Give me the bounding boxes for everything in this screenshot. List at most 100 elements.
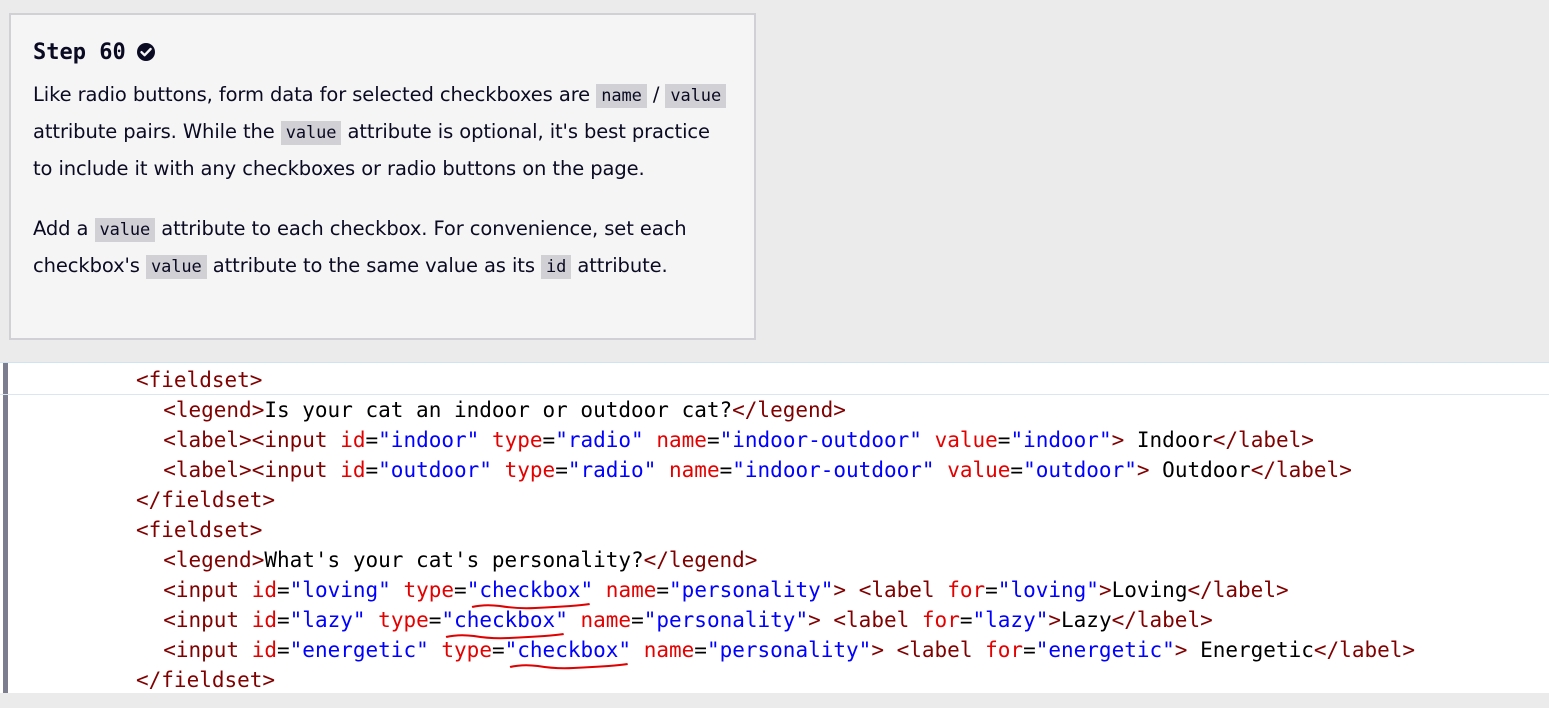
- attribute-value-token: "radio": [567, 458, 657, 482]
- code-line[interactable]: <fieldset>: [0, 515, 1549, 545]
- code-line[interactable]: <fieldset>: [0, 365, 1549, 395]
- text-token: =: [365, 458, 379, 482]
- attribute-value-token: "outdoor": [1023, 458, 1137, 482]
- html-tag-token: >: [1136, 458, 1150, 482]
- paragraph-text: attribute pairs. While the: [33, 120, 281, 143]
- text-token: What's your cat's personality?: [264, 548, 644, 572]
- squiggle-underline: [509, 663, 628, 670]
- attribute-value-token: "personality": [669, 578, 834, 602]
- code-lines[interactable]: <fieldset> <legend>Is your cat an indoor …: [0, 365, 1549, 695]
- inline-code: value: [665, 84, 727, 108]
- attribute-value-token: "personality": [706, 638, 872, 662]
- paragraph-text: /: [646, 83, 666, 106]
- html-tag-token: <legend>: [163, 548, 265, 572]
- attribute-value-token: "personality": [643, 608, 809, 632]
- html-tag-token: <input: [163, 638, 252, 662]
- attribute-name-token: type: [403, 578, 455, 602]
- step-title: Step 60: [33, 37, 732, 67]
- html-tag-token: </label>: [1250, 458, 1352, 482]
- attribute-name-token: type: [504, 458, 556, 482]
- html-tag-token: <label><input: [163, 458, 341, 482]
- code-line[interactable]: <input id="loving" type="checkbox" name=…: [0, 575, 1549, 610]
- inline-code: value: [94, 218, 156, 242]
- html-tag-token: </label>: [1187, 578, 1289, 602]
- code-line[interactable]: <label><input id="indoor" type="radio" n…: [0, 425, 1549, 455]
- text-token: Is your cat an indoor or outdoor cat?: [264, 398, 733, 422]
- code-line[interactable]: <input id="lazy" type="checkbox" name="p…: [0, 605, 1549, 640]
- html-tag-token: </label>: [1313, 638, 1416, 662]
- attribute-name-token: id: [340, 458, 366, 482]
- attribute-value-token: "lazy": [289, 608, 366, 632]
- step-title-text: Step 60: [33, 39, 126, 65]
- text-token: =: [277, 638, 290, 662]
- text-token: =: [491, 638, 505, 662]
- attribute-name-token: id: [251, 638, 277, 662]
- html-tag-token: </legend>: [732, 398, 846, 422]
- code-line[interactable]: <label><input id="outdoor" type="radio" …: [0, 455, 1549, 485]
- text-token: =: [277, 578, 290, 602]
- html-tag-token: </label>: [1212, 428, 1314, 452]
- text-token: =: [706, 428, 720, 452]
- paragraph-text: Add a: [33, 217, 95, 240]
- code-line[interactable]: <legend>Is your cat an indoor or outdoor…: [0, 395, 1549, 425]
- html-tag-token: </label>: [1111, 608, 1213, 632]
- inline-code: value: [145, 255, 207, 279]
- attribute-name-token: name: [643, 638, 695, 662]
- html-tag-token: <fieldset>: [136, 518, 263, 542]
- text-token: =: [555, 458, 568, 482]
- text-token: =: [656, 578, 670, 602]
- attribute-name-token: name: [605, 578, 657, 602]
- attribute-value-token: "loving": [289, 578, 391, 602]
- attribute-name-token: for: [985, 638, 1024, 662]
- html-tag-token: </fieldset>: [136, 668, 276, 692]
- attribute-name-token: id: [251, 608, 277, 632]
- text-token: Loving: [1111, 578, 1188, 602]
- attribute-name-token: name: [656, 428, 707, 452]
- attribute-value-token: "indoor": [1010, 428, 1112, 452]
- challenge-instructions: Step 60 Like radio buttons, form data fo…: [9, 13, 756, 340]
- attribute-name-token: for: [921, 608, 960, 632]
- html-tag-token: <legend>: [163, 398, 265, 422]
- attribute-name-token: value: [947, 458, 1011, 482]
- text-token: =: [694, 638, 707, 662]
- text-token: Outdoor: [1149, 458, 1251, 482]
- attribute-name-token: name: [669, 458, 720, 482]
- text-token: Indoor: [1124, 428, 1213, 452]
- html-tag-token: > <label: [871, 638, 986, 662]
- code-editor[interactable]: <fieldset> <legend>Is your cat an indoor …: [0, 362, 1549, 693]
- inline-code: name: [596, 84, 647, 108]
- code-line[interactable]: </fieldset>: [0, 485, 1549, 515]
- html-tag-token: <input: [163, 578, 252, 602]
- attribute-name-token: id: [340, 428, 366, 452]
- text-token: Lazy: [1061, 608, 1112, 632]
- task-paragraph: Add a value attribute to each checkbox. …: [33, 211, 732, 285]
- attribute-value-token: "indoor-outdoor": [732, 458, 935, 482]
- text-token: =: [542, 428, 556, 452]
- code-line[interactable]: <legend>What's your cat's personality?</…: [0, 545, 1549, 575]
- attribute-name-token: for: [947, 578, 986, 602]
- attribute-value-token: "indoor-outdoor": [719, 428, 922, 452]
- html-tag-token: > <label: [833, 578, 948, 602]
- html-tag-token: </fieldset>: [136, 488, 276, 512]
- html-tag-token: >: [1174, 638, 1188, 662]
- check-circle-icon: [136, 42, 156, 62]
- text-token: =: [277, 608, 290, 632]
- spelling-error-token: "checkbox": [505, 635, 631, 670]
- code-line[interactable]: </fieldset>: [0, 665, 1549, 695]
- html-tag-token: >: [1098, 578, 1112, 602]
- attribute-value-token: "indoor": [378, 428, 480, 452]
- text-token: =: [985, 578, 998, 602]
- html-tag-token: </legend>: [643, 548, 758, 572]
- paragraph-text: attribute to the same value as its: [206, 254, 541, 277]
- attribute-name-token: value: [934, 428, 998, 452]
- code-line[interactable]: <input id="energetic" type="checkbox" na…: [0, 635, 1549, 670]
